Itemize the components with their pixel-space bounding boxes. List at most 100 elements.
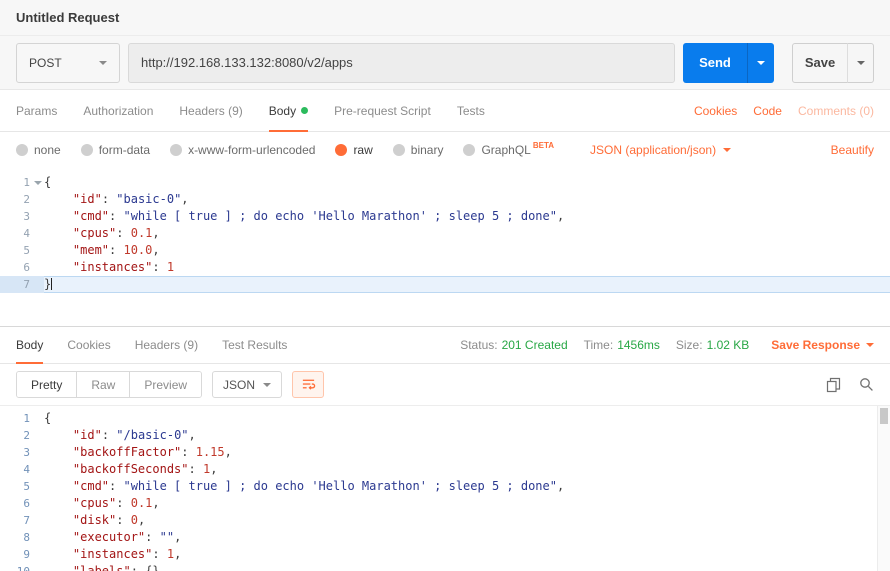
code-text: "backoffFactor": 1.15,	[44, 444, 890, 461]
view-preview-button[interactable]: Preview	[130, 372, 201, 397]
line-number: 9	[0, 546, 30, 563]
copy-response-button[interactable]	[826, 377, 841, 393]
code-line[interactable]: 5 "cmd": "while [ true ] ; do echo 'Hell…	[0, 478, 890, 495]
response-tab-cookies-label: Cookies	[67, 338, 110, 352]
size-label: Size:	[676, 338, 703, 352]
tab-tests[interactable]: Tests	[457, 90, 485, 131]
send-button[interactable]: Send	[683, 43, 747, 83]
code-line[interactable]: 2 "id": "basic-0",	[0, 191, 890, 208]
fold-caret-icon[interactable]	[30, 174, 44, 191]
word-wrap-icon	[301, 377, 316, 392]
code-line[interactable]: 2 "id": "/basic-0",	[0, 427, 890, 444]
radio-icon	[16, 144, 28, 156]
response-tab-cookies[interactable]: Cookies	[67, 327, 110, 363]
body-mode-raw[interactable]: raw	[335, 143, 372, 157]
beautify-link[interactable]: Beautify	[831, 143, 874, 157]
fold-gutter	[30, 208, 44, 225]
code-line[interactable]: 3 "backoffFactor": 1.15,	[0, 444, 890, 461]
response-language-value: JSON	[223, 378, 255, 392]
code-line[interactable]: 5 "mem": 10.0,	[0, 242, 890, 259]
tab-params[interactable]: Params	[16, 90, 57, 131]
line-number: 8	[0, 529, 30, 546]
code-line[interactable]: 1{	[0, 410, 890, 427]
body-mode-urlencoded[interactable]: x-www-form-urlencoded	[170, 143, 315, 157]
code-line[interactable]: 7 "disk": 0,	[0, 512, 890, 529]
body-mode-graphql[interactable]: GraphQL BETA	[463, 143, 554, 157]
line-number: 2	[0, 427, 30, 444]
body-mode-binary[interactable]: binary	[393, 143, 444, 157]
code-text: "id": "/basic-0",	[44, 427, 890, 444]
request-body-editor[interactable]: 1{2 "id": "basic-0",3 "cmd": "while [ tr…	[0, 168, 890, 326]
request-bar: POST Send Save	[0, 36, 890, 90]
response-tab-test-results-label: Test Results	[222, 338, 287, 352]
response-scrollbar-thumb[interactable]	[880, 408, 888, 424]
comments-link[interactable]: Comments (0)	[798, 104, 874, 118]
code-line[interactable]: 6 "instances": 1	[0, 259, 890, 276]
response-view-switcher: Pretty Raw Preview	[16, 371, 202, 398]
fold-gutter	[30, 191, 44, 208]
response-tabs: Body Cookies Headers (9) Test Results St…	[0, 326, 890, 364]
fold-gutter	[30, 276, 44, 293]
chevron-down-icon	[723, 148, 731, 152]
line-number: 6	[0, 259, 30, 276]
method-select[interactable]: POST	[16, 43, 120, 83]
fold-gutter	[30, 225, 44, 242]
response-tab-body[interactable]: Body	[16, 327, 43, 363]
word-wrap-button[interactable]	[292, 371, 324, 398]
code-line[interactable]: 9 "instances": 1,	[0, 546, 890, 563]
fold-gutter	[30, 495, 44, 512]
code-line[interactable]: 8 "executor": "",	[0, 529, 890, 546]
code-text: "cmd": "while [ true ] ; do echo 'Hello …	[44, 478, 890, 495]
response-body-editor[interactable]: 1{2 "id": "/basic-0",3 "backoffFactor": …	[0, 406, 890, 571]
request-tabs: Params Authorization Headers (9) Body Pr…	[0, 90, 890, 132]
code-line[interactable]: 3 "cmd": "while [ true ] ; do echo 'Hell…	[0, 208, 890, 225]
save-dropdown-button[interactable]	[847, 43, 874, 83]
body-mode-none[interactable]: none	[16, 143, 61, 157]
save-response-label: Save Response	[771, 338, 860, 352]
radio-icon	[81, 144, 93, 156]
tab-prerequest-script[interactable]: Pre-request Script	[334, 90, 431, 131]
save-button[interactable]: Save	[792, 43, 848, 83]
request-title: Untitled Request	[16, 10, 119, 25]
line-number: 4	[0, 225, 30, 242]
response-language-select[interactable]: JSON	[212, 371, 282, 398]
body-mode-form-data[interactable]: form-data	[81, 143, 150, 157]
url-input[interactable]	[128, 43, 675, 83]
tab-body[interactable]: Body	[269, 90, 308, 131]
view-pretty-button[interactable]: Pretty	[17, 372, 77, 397]
tab-headers[interactable]: Headers (9)	[179, 90, 242, 131]
response-scrollbar[interactable]	[877, 406, 890, 571]
fold-gutter	[30, 461, 44, 478]
body-mode-binary-label: binary	[411, 143, 444, 157]
response-tab-headers[interactable]: Headers (9)	[135, 327, 198, 363]
code-line[interactable]: 1{	[0, 174, 890, 191]
code-link[interactable]: Code	[753, 104, 782, 118]
send-dropdown-button[interactable]	[747, 43, 774, 83]
body-mode-none-label: none	[34, 143, 61, 157]
title-bar: Untitled Request	[0, 0, 890, 36]
line-number: 10	[0, 563, 30, 571]
chevron-down-icon	[757, 61, 765, 65]
line-number: 6	[0, 495, 30, 512]
line-number: 5	[0, 478, 30, 495]
body-mode-urlencoded-label: x-www-form-urlencoded	[188, 143, 315, 157]
code-line[interactable]: 7}	[0, 276, 890, 293]
search-response-button[interactable]	[859, 377, 874, 392]
view-raw-button[interactable]: Raw	[77, 372, 130, 397]
code-text: "instances": 1	[44, 259, 890, 276]
code-text: "backoffSeconds": 1,	[44, 461, 890, 478]
response-meta: Status: 201 Created Time: 1456ms Size: 1…	[448, 338, 874, 352]
tab-authorization[interactable]: Authorization	[83, 90, 153, 131]
method-value: POST	[29, 56, 62, 70]
save-response-button[interactable]: Save Response	[771, 338, 874, 352]
code-line[interactable]: 4 "cpus": 0.1,	[0, 225, 890, 242]
cookies-link[interactable]: Cookies	[694, 104, 737, 118]
code-line[interactable]: 6 "cpus": 0.1,	[0, 495, 890, 512]
content-type-select[interactable]: JSON (application/json)	[590, 143, 731, 157]
line-number: 2	[0, 191, 30, 208]
fold-gutter	[30, 512, 44, 529]
response-tab-test-results[interactable]: Test Results	[222, 327, 287, 363]
line-number: 1	[0, 410, 30, 427]
code-line[interactable]: 10 "labels": {},	[0, 563, 890, 571]
code-line[interactable]: 4 "backoffSeconds": 1,	[0, 461, 890, 478]
